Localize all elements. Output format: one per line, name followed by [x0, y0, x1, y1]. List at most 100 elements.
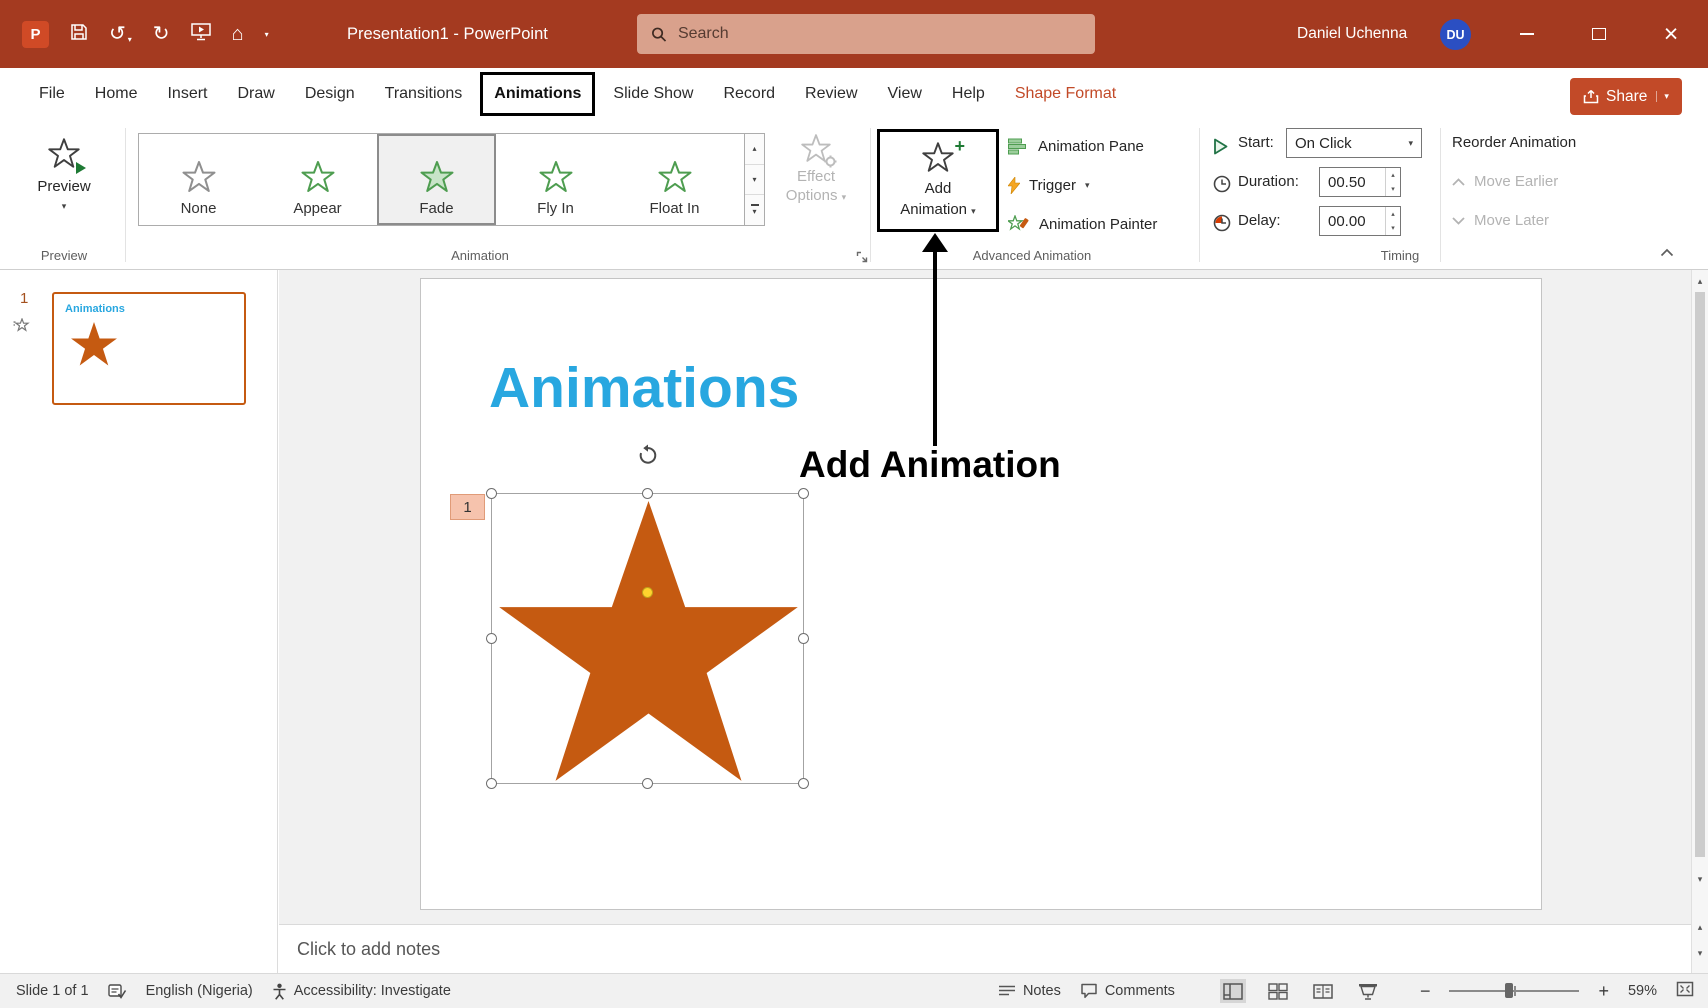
tab-view[interactable]: View	[873, 68, 937, 120]
share-icon	[1583, 89, 1599, 104]
maximize-button[interactable]	[1574, 0, 1624, 68]
move-earlier-button[interactable]: Move Earlier	[1452, 173, 1558, 190]
powerpoint-logo-icon: P	[22, 20, 49, 48]
trigger-button[interactable]: Trigger ▾	[1008, 171, 1090, 199]
tab-help[interactable]: Help	[937, 68, 1000, 120]
selection-handle[interactable]	[642, 488, 653, 499]
tab-transitions[interactable]: Transitions	[370, 68, 478, 120]
zoom-level[interactable]: 59%	[1628, 983, 1657, 999]
share-button[interactable]: Share ▾	[1570, 78, 1682, 115]
avatar[interactable]: DU	[1440, 19, 1471, 50]
selection-handle[interactable]	[798, 778, 809, 789]
shape-selection-box[interactable]: 1	[450, 444, 809, 789]
zoom-in-button[interactable]: +	[1598, 981, 1609, 1002]
tab-home[interactable]: Home	[80, 68, 153, 120]
star-shape[interactable]	[493, 501, 804, 784]
tab-record[interactable]: Record	[708, 68, 790, 120]
delay-spinner[interactable]: ▴ ▾	[1385, 207, 1400, 235]
animation-fly-in[interactable]: Fly In	[496, 134, 615, 225]
animation-painter-button[interactable]: Animation Painter	[1008, 210, 1157, 238]
accessibility-button[interactable]: Accessibility: Investigate	[272, 983, 451, 1000]
quick-access-toolbar: P ↺ ▾ ↻ ⌂ ▾	[22, 0, 269, 68]
selection-handle[interactable]	[798, 633, 809, 644]
effect-options-icon	[801, 134, 837, 168]
undo-button[interactable]: ↺ ▾	[109, 24, 132, 44]
selection-handle[interactable]	[798, 488, 809, 499]
spell-check-button[interactable]	[107, 983, 127, 1000]
tab-design[interactable]: Design	[290, 68, 370, 120]
selection-handle[interactable]	[486, 778, 497, 789]
preview-button[interactable]: Preview ▾	[16, 128, 112, 242]
selection-handle[interactable]	[486, 488, 497, 499]
language-button[interactable]: English (Nigeria)	[146, 983, 253, 999]
search-input[interactable]	[677, 25, 1081, 43]
previous-slide-button[interactable]: ▴	[1692, 918, 1708, 936]
group-label-animation: Animation	[451, 248, 509, 263]
effect-options-button[interactable]: Effect Options ▾	[772, 134, 860, 204]
notes-toggle-button[interactable]: Notes	[998, 983, 1061, 999]
zoom-slider[interactable]	[1449, 983, 1580, 998]
tab-file[interactable]: File	[24, 68, 80, 120]
tab-shape-format[interactable]: Shape Format	[1000, 68, 1131, 120]
redo-button[interactable]: ↻	[153, 24, 170, 44]
animation-appear[interactable]: Appear	[258, 134, 377, 225]
normal-view-button[interactable]	[1219, 979, 1246, 1003]
animation-pane-button[interactable]: Animation Pane	[1008, 132, 1144, 160]
slideshow-view-button[interactable]	[1355, 979, 1381, 1003]
chevron-down-icon[interactable]: ▾	[1656, 91, 1669, 102]
tab-slide-show[interactable]: Slide Show	[598, 68, 708, 120]
collapse-ribbon-button[interactable]	[1660, 244, 1674, 262]
reading-view-button[interactable]	[1310, 979, 1336, 1003]
play-animations-indicator-icon[interactable]	[13, 317, 30, 337]
fit-to-window-button[interactable]	[1676, 981, 1694, 1001]
animation-dialog-launcher[interactable]	[856, 250, 868, 268]
preview-star-icon	[48, 138, 86, 174]
rotate-handle[interactable]	[637, 444, 659, 470]
gallery-item-label: None	[180, 200, 217, 217]
scrollbar-thumb[interactable]	[1695, 292, 1705, 857]
zoom-slider-thumb[interactable]	[1505, 983, 1514, 998]
shape-adjust-handle[interactable]	[642, 587, 653, 598]
start-slideshow-button[interactable]	[190, 22, 211, 46]
tab-draw[interactable]: Draw	[222, 68, 289, 120]
normal-view-icon	[1223, 982, 1243, 1000]
slide-1-thumbnail[interactable]: Animations	[52, 292, 246, 405]
delay-input[interactable]: 00.00 ▴ ▾	[1319, 206, 1401, 236]
slide-sorter-view-button[interactable]	[1265, 979, 1291, 1003]
tab-review[interactable]: Review	[790, 68, 872, 120]
home-button[interactable]: ⌂	[232, 24, 244, 44]
animation-order-badge[interactable]: 1	[450, 494, 485, 520]
vertical-scrollbar[interactable]: ▴ ▾ ▴ ▾	[1691, 270, 1708, 973]
next-slide-button[interactable]: ▾	[1692, 944, 1708, 962]
start-dropdown[interactable]: On Click ▾	[1286, 128, 1422, 158]
duration-spinner[interactable]: ▴ ▾	[1385, 168, 1400, 196]
comments-button[interactable]: Comments	[1080, 983, 1175, 999]
minimize-button[interactable]	[1502, 0, 1552, 68]
tab-animations[interactable]: Animations	[480, 72, 596, 116]
tab-insert[interactable]: Insert	[152, 68, 222, 120]
slide-canvas[interactable]: Animations 1	[420, 278, 1542, 910]
preview-label: Preview	[37, 178, 91, 195]
zoom-out-button[interactable]: −	[1420, 981, 1431, 1002]
account-name[interactable]: Daniel Uchenna	[1297, 0, 1407, 68]
move-later-button[interactable]: Move Later	[1452, 212, 1549, 229]
selection-handle[interactable]	[642, 778, 653, 789]
slide-sorter-icon	[1268, 982, 1288, 1000]
animation-fade[interactable]: Fade	[377, 134, 496, 225]
search-box[interactable]	[637, 14, 1095, 54]
scroll-up-button[interactable]: ▴	[1692, 272, 1708, 290]
gallery-more-button[interactable]: ▾	[745, 195, 764, 225]
customize-qat-chevron-icon[interactable]: ▾	[265, 30, 269, 39]
animation-float-in[interactable]: Float In	[615, 134, 734, 225]
notes-pane[interactable]: Click to add notes	[279, 924, 1691, 973]
gallery-scroll-down-button[interactable]: ▾	[745, 165, 764, 196]
save-button[interactable]	[70, 23, 88, 46]
animation-none[interactable]: None	[139, 134, 258, 225]
slide-title-text[interactable]: Animations	[489, 355, 799, 421]
selection-handle[interactable]	[486, 633, 497, 644]
close-button[interactable]: ×	[1646, 0, 1696, 68]
gallery-item-label: Fly In	[537, 200, 574, 217]
duration-input[interactable]: 00.50 ▴ ▾	[1319, 167, 1401, 197]
gallery-scroll-up-button[interactable]: ▴	[745, 134, 764, 165]
scroll-down-button[interactable]: ▾	[1692, 870, 1708, 888]
